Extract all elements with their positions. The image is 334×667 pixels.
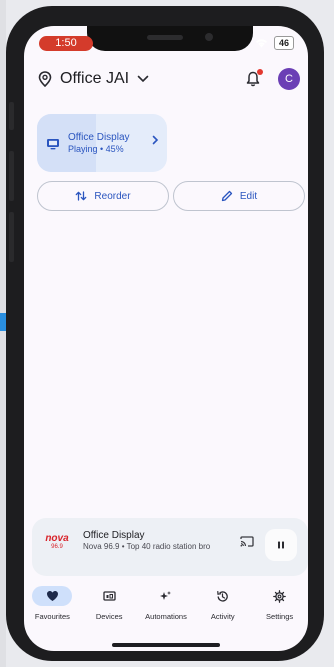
- mini-player[interactable]: nova 96.9 Office Display Nova 96.9 • Top…: [32, 518, 308, 576]
- nav-item-settings[interactable]: Settings: [251, 586, 308, 630]
- gear-icon: [273, 589, 286, 603]
- bottom-navigation: Favourites Devices Automations Activity …: [24, 586, 308, 630]
- reorder-button[interactable]: Reorder: [37, 181, 169, 211]
- reorder-label: Reorder: [94, 190, 131, 202]
- avatar[interactable]: C: [278, 68, 300, 90]
- edit-button[interactable]: Edit: [173, 181, 305, 211]
- player-subtitle: Nova 96.9 • Top 40 radio station bro: [83, 542, 211, 551]
- battery-indicator: 46: [273, 36, 294, 50]
- nav-activity-icon-wrap: [203, 586, 243, 606]
- sparkle-icon: [159, 590, 172, 603]
- notch-speaker: [147, 35, 183, 40]
- nav-favourites-highlight: [32, 586, 73, 606]
- nav-label-automations: Automations: [145, 612, 187, 621]
- notch-camera: [205, 33, 213, 41]
- pause-button[interactable]: [265, 529, 297, 561]
- phone-volume-down: [9, 212, 14, 262]
- header-actions: C: [242, 68, 300, 90]
- nav-item-favourites[interactable]: Favourites: [24, 586, 81, 630]
- wifi-icon: [255, 38, 268, 48]
- phone-side-button: [9, 102, 14, 130]
- pause-icon: [278, 541, 284, 549]
- heart-icon: [46, 590, 59, 602]
- chevron-right-icon: [152, 135, 159, 145]
- device-status: Playing • 45%: [68, 144, 124, 154]
- nav-label-activity: Activity: [210, 612, 235, 621]
- home-selector[interactable]: Office JAI: [38, 70, 149, 88]
- station-logo-sub: 96.9: [51, 544, 63, 550]
- status-time: 1:50: [39, 36, 93, 51]
- station-logo-text: nova: [45, 533, 69, 544]
- nav-label-devices: Devices: [95, 612, 123, 621]
- devices-icon: [103, 590, 116, 602]
- device-card-office-display[interactable]: Office Display Playing • 45%: [37, 114, 167, 172]
- status-icons: 46: [255, 36, 294, 50]
- nav-item-devices[interactable]: Devices: [81, 586, 138, 630]
- nav-devices-icon-wrap: [89, 586, 129, 606]
- nav-item-automations[interactable]: Automations: [138, 586, 195, 630]
- nav-label-favourites: Favourites: [34, 612, 70, 621]
- nav-automations-icon-wrap: [146, 586, 186, 606]
- nav-label-settings: Settings: [266, 612, 294, 621]
- app-screen: 1:50 46 Office JAI C Office Display Play…: [24, 26, 308, 651]
- pencil-icon: [221, 190, 233, 202]
- history-icon: [216, 590, 229, 603]
- player-title: Office Display: [83, 530, 145, 541]
- cast-icon[interactable]: [240, 536, 254, 547]
- location-pin-icon: [38, 71, 52, 87]
- chevron-down-icon: [137, 75, 149, 83]
- device-card-content: Office Display Playing • 45%: [46, 132, 130, 155]
- station-logo: nova 96.9: [44, 534, 70, 558]
- notification-badge: [257, 69, 263, 75]
- notch: [87, 26, 253, 51]
- home-name: Office JAI: [60, 70, 130, 87]
- display-icon: [46, 138, 60, 150]
- nav-item-activity[interactable]: Activity: [194, 586, 251, 630]
- home-indicator: [112, 643, 220, 647]
- device-card-text: Office Display Playing • 45%: [68, 132, 130, 155]
- reorder-icon: [75, 191, 87, 201]
- edit-label: Edit: [239, 190, 258, 202]
- phone-volume-up: [9, 151, 14, 201]
- notifications-bell-icon[interactable]: [242, 68, 264, 90]
- device-name: Office Display: [68, 132, 130, 143]
- nav-settings-icon-wrap: [260, 586, 300, 606]
